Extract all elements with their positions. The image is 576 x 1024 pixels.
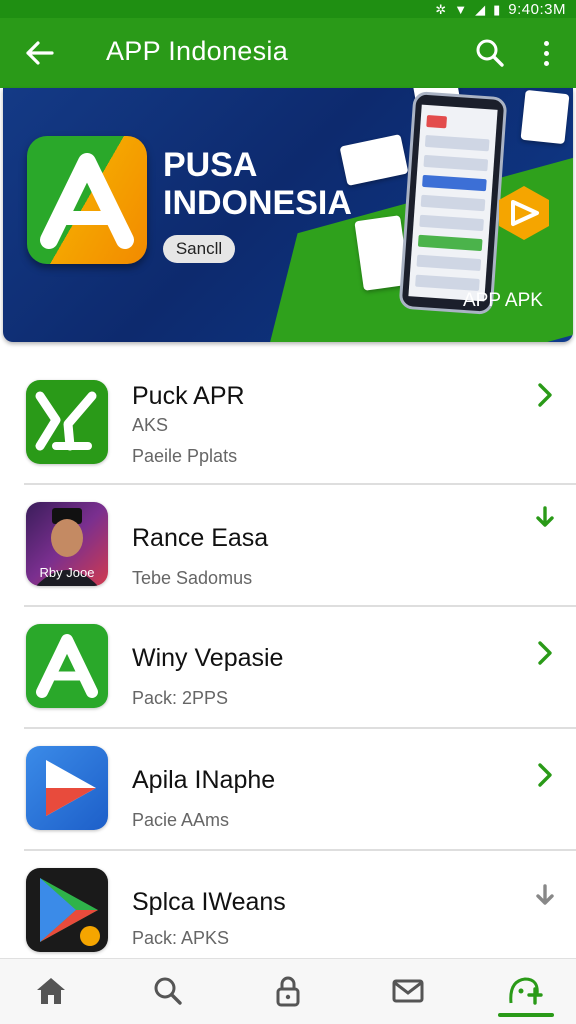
app-name: Rance Easa (132, 524, 269, 552)
app-meta: Tebe Sadomus (132, 568, 253, 588)
y-logo-icon (35, 391, 97, 451)
letter-a-logo-icon (40, 153, 134, 249)
app-icon (26, 380, 108, 464)
home-icon (37, 978, 65, 1004)
apps-icon (509, 977, 543, 1005)
app-name: Winy Vepasie (132, 644, 284, 672)
app-icon-caption: Rby Jooe (39, 565, 95, 580)
app-icon (26, 868, 108, 952)
list-item[interactable]: Apila INaphe Pacie AAms (0, 730, 576, 851)
phone-illustration (398, 90, 508, 316)
more-options-button[interactable] (534, 37, 558, 69)
divider (24, 605, 576, 607)
page-title: APP Indonesia (106, 36, 289, 66)
back-button[interactable] (22, 37, 56, 69)
banner-button[interactable]: Sancll (163, 235, 235, 263)
bottom-navigation (0, 958, 576, 1024)
app-icon (26, 624, 108, 708)
list-item[interactable]: Puck APR AKS Paeile Pplats (0, 364, 576, 485)
notification-icon: ✲ (435, 1, 447, 17)
promo-banner[interactable]: PUSA INDONESIA Sancll APP APK (3, 88, 573, 342)
app-name: Puck APR (132, 382, 245, 410)
banner-title: PUSA INDONESIA (163, 146, 352, 222)
play-store-icon (40, 878, 100, 946)
mail-icon (392, 979, 424, 1003)
floating-card (520, 89, 570, 145)
banner-tag: APP APK (463, 290, 543, 311)
list-item[interactable]: Splca IWeans Pack: APKS (0, 852, 576, 958)
app-bar: APP Indonesia (0, 18, 576, 88)
nav-mail[interactable] (388, 973, 428, 1009)
chevron-right-icon[interactable] (530, 380, 560, 410)
nav-home[interactable] (31, 973, 71, 1009)
divider (24, 483, 576, 485)
arrow-left-icon (26, 41, 54, 65)
play-store-hex-icon (499, 186, 549, 240)
app-meta: Pacie AAms (132, 810, 230, 830)
chevron-right-icon[interactable] (530, 760, 560, 790)
status-bar: ✲ ▼ ◢ ▮ 9:40:3M (0, 0, 576, 18)
battery-icon: ▮ (493, 1, 501, 17)
app-icon (26, 746, 108, 830)
app-logo (27, 136, 147, 264)
app-meta: Pack: 2PPS (132, 688, 229, 708)
list-item[interactable]: Winy Vepasie Pack: 2PPS (0, 608, 576, 729)
nav-apps[interactable] (505, 973, 545, 1009)
app-icon: Rby Jooe (26, 502, 108, 586)
play-triangle-icon (46, 760, 96, 816)
app-name: Splca IWeans (132, 888, 286, 916)
nav-lock[interactable] (268, 973, 308, 1009)
search-button[interactable] (474, 37, 506, 69)
chevron-right-icon[interactable] (530, 638, 560, 668)
app-meta: Paeile Pplats (132, 446, 238, 466)
app-meta: AKS (132, 415, 169, 435)
app-meta: Pack: APKS (132, 928, 230, 948)
nav-search[interactable] (148, 973, 188, 1009)
wifi-icon: ▼ (454, 1, 468, 17)
search-icon (476, 39, 504, 67)
lock-icon (276, 976, 300, 1007)
download-icon[interactable] (530, 504, 560, 534)
divider (24, 849, 576, 851)
more-vertical-icon (543, 40, 549, 46)
divider (24, 727, 576, 729)
download-icon[interactable] (530, 882, 560, 912)
search-icon (154, 977, 182, 1005)
app-name: Apila INaphe (132, 766, 276, 794)
letter-a-icon (36, 634, 98, 698)
nav-active-indicator (498, 1013, 554, 1017)
list-item[interactable]: Rby Jooe Rance Easa Tebe Sadomus (0, 486, 576, 607)
signal-icon: ◢ (475, 1, 486, 17)
status-time: 9:40:3M (508, 0, 566, 18)
